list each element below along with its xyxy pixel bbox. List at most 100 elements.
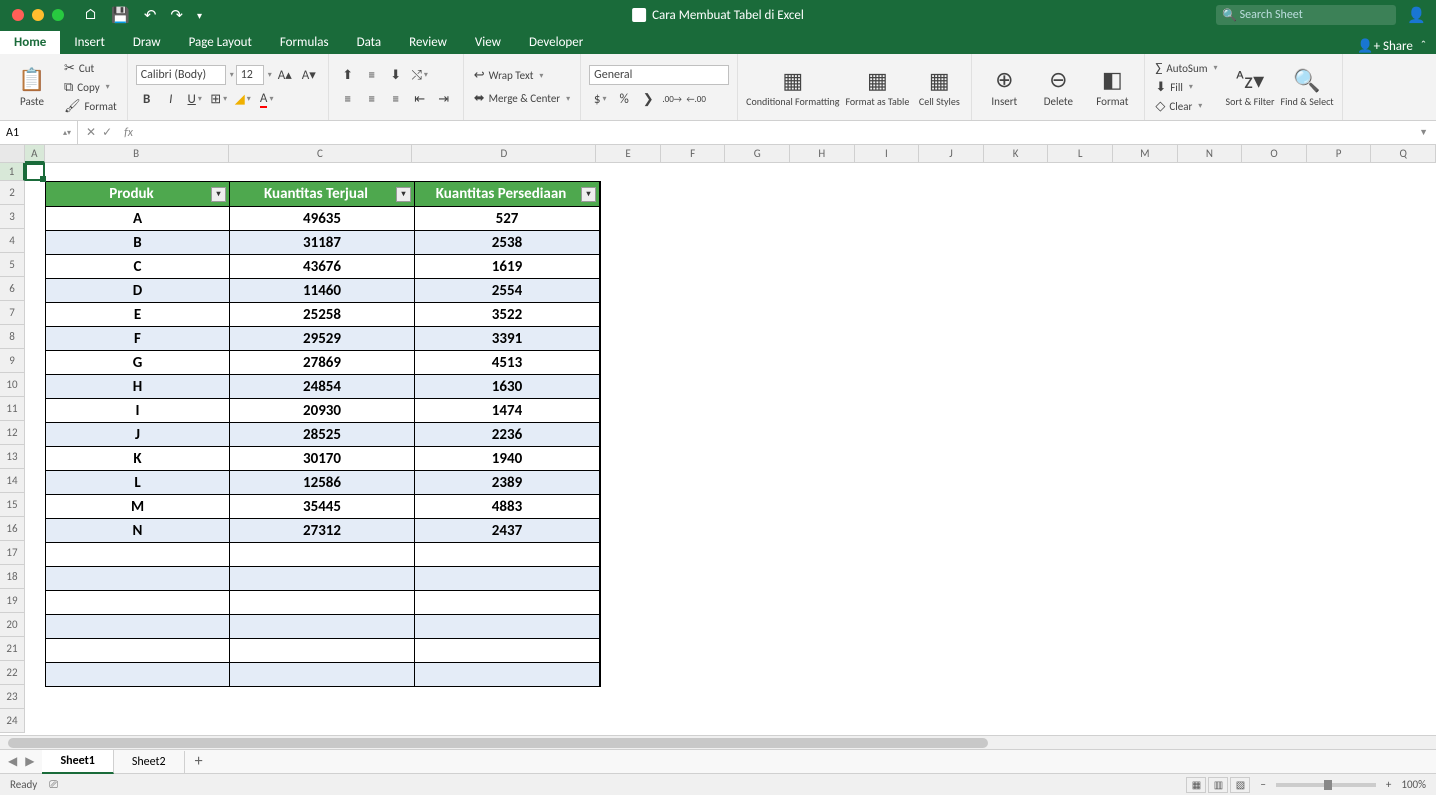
row-header-15[interactable]: 15 bbox=[0, 493, 25, 517]
row-header-10[interactable]: 10 bbox=[0, 373, 25, 397]
table-row[interactable]: I209301474 bbox=[46, 398, 600, 422]
horizontal-scroll-thumb[interactable] bbox=[8, 738, 988, 748]
tab-insert[interactable]: Insert bbox=[60, 31, 119, 54]
table-cell[interactable] bbox=[415, 614, 600, 638]
share-button[interactable]: 👤+ Share bbox=[1357, 39, 1412, 54]
column-header-i[interactable]: I bbox=[855, 145, 920, 163]
format-painter-button[interactable]: 🖌Format bbox=[62, 98, 119, 115]
table-cell[interactable]: 27869 bbox=[230, 350, 415, 374]
table-cell[interactable]: D bbox=[46, 278, 230, 302]
home-icon[interactable]: ⌂ bbox=[84, 6, 97, 24]
table-cell[interactable]: 2236 bbox=[415, 422, 600, 446]
table-header-terjual[interactable]: Kuantitas Terjual▾ bbox=[230, 182, 415, 206]
column-header-g[interactable]: G bbox=[725, 145, 790, 163]
formula-bar-input[interactable] bbox=[133, 121, 1411, 144]
table-row[interactable]: B311872538 bbox=[46, 230, 600, 254]
table-cell[interactable] bbox=[230, 638, 415, 662]
align-middle-button[interactable]: ≡ bbox=[361, 65, 383, 85]
table-cell[interactable]: 12586 bbox=[230, 470, 415, 494]
number-format-select[interactable]: General bbox=[589, 65, 729, 85]
row-header-20[interactable]: 20 bbox=[0, 613, 25, 637]
column-header-d[interactable]: D bbox=[412, 145, 596, 163]
search-sheet-input[interactable]: 🔍 Search Sheet bbox=[1216, 5, 1396, 25]
column-header-a[interactable]: A bbox=[25, 145, 45, 163]
table-cell[interactable]: 4513 bbox=[415, 350, 600, 374]
table-cell[interactable] bbox=[46, 590, 230, 614]
column-header-m[interactable]: M bbox=[1113, 145, 1178, 163]
save-icon[interactable]: 💾 bbox=[111, 6, 130, 25]
row-header-1[interactable]: 1 bbox=[0, 163, 25, 181]
cut-button[interactable]: ✂Cut bbox=[62, 60, 119, 77]
clear-button[interactable]: ◇Clear▾ bbox=[1153, 98, 1219, 115]
table-cell[interactable]: C bbox=[46, 254, 230, 278]
name-box-dropdown-icon[interactable]: ▴▾ bbox=[63, 128, 71, 138]
table-cell[interactable] bbox=[46, 662, 230, 686]
font-color-button[interactable]: A▾ bbox=[256, 89, 278, 109]
table-cell[interactable] bbox=[415, 638, 600, 662]
table-cell[interactable]: L bbox=[46, 470, 230, 494]
table-row[interactable]: H248541630 bbox=[46, 374, 600, 398]
table-cell[interactable]: 29529 bbox=[230, 326, 415, 350]
column-header-k[interactable]: K bbox=[984, 145, 1049, 163]
tab-home[interactable]: Home bbox=[0, 31, 60, 54]
font-name-select[interactable]: Calibri (Body) bbox=[136, 65, 226, 85]
row-header-11[interactable]: 11 bbox=[0, 397, 25, 421]
table-cell[interactable] bbox=[230, 662, 415, 686]
delete-cells-button[interactable]: ⊖Delete bbox=[1034, 66, 1082, 108]
underline-button[interactable]: U▾ bbox=[184, 89, 206, 109]
close-window-button[interactable] bbox=[12, 9, 24, 21]
wrap-text-button[interactable]: ↩Wrap Text▾ bbox=[472, 67, 572, 84]
tab-draw[interactable]: Draw bbox=[119, 31, 175, 54]
table-cell[interactable] bbox=[415, 566, 600, 590]
fill-button[interactable]: ⬇Fill▾ bbox=[1153, 79, 1219, 96]
row-header-12[interactable]: 12 bbox=[0, 421, 25, 445]
column-header-h[interactable]: H bbox=[790, 145, 855, 163]
macro-record-icon[interactable]: ⎚ bbox=[49, 778, 58, 792]
table-cell[interactable]: E bbox=[46, 302, 230, 326]
row-header-22[interactable]: 22 bbox=[0, 661, 25, 685]
table-row[interactable]: J285252236 bbox=[46, 422, 600, 446]
row-header-9[interactable]: 9 bbox=[0, 349, 25, 373]
table-cell[interactable]: 2389 bbox=[415, 470, 600, 494]
page-layout-view-button[interactable]: ▥ bbox=[1208, 777, 1228, 793]
table-row-empty[interactable] bbox=[46, 590, 600, 614]
column-header-f[interactable]: F bbox=[661, 145, 726, 163]
row-header-17[interactable]: 17 bbox=[0, 541, 25, 565]
align-bottom-button[interactable]: ⬇ bbox=[385, 65, 407, 85]
fill-handle[interactable] bbox=[40, 176, 46, 182]
table-cell[interactable]: G bbox=[46, 350, 230, 374]
align-top-button[interactable]: ⬆ bbox=[337, 65, 359, 85]
ribbon-collapse-icon[interactable]: ˆ bbox=[1421, 39, 1426, 54]
table-cell[interactable]: 28525 bbox=[230, 422, 415, 446]
row-header-8[interactable]: 8 bbox=[0, 325, 25, 349]
column-header-j[interactable]: J bbox=[919, 145, 984, 163]
sheet-tab-2[interactable]: Sheet2 bbox=[114, 751, 185, 773]
column-header-b[interactable]: B bbox=[45, 145, 229, 163]
tab-view[interactable]: View bbox=[461, 31, 515, 54]
horizontal-scrollbar[interactable] bbox=[0, 735, 1436, 749]
row-header-16[interactable]: 16 bbox=[0, 517, 25, 541]
decrease-decimal-button[interactable]: ←.00 bbox=[685, 89, 707, 109]
table-row-empty[interactable] bbox=[46, 614, 600, 638]
table-cell[interactable]: 1619 bbox=[415, 254, 600, 278]
select-all-corner[interactable] bbox=[0, 145, 25, 163]
border-button[interactable]: ⊞▾ bbox=[208, 89, 230, 109]
row-header-13[interactable]: 13 bbox=[0, 445, 25, 469]
row-header-3[interactable]: 3 bbox=[0, 205, 25, 229]
table-row[interactable]: N273122437 bbox=[46, 518, 600, 542]
column-header-c[interactable]: C bbox=[229, 145, 413, 163]
row-header-5[interactable]: 5 bbox=[0, 253, 25, 277]
table-cell[interactable]: K bbox=[46, 446, 230, 470]
add-sheet-button[interactable]: + bbox=[185, 752, 213, 771]
row-header-23[interactable]: 23 bbox=[0, 685, 25, 709]
column-header-o[interactable]: O bbox=[1242, 145, 1307, 163]
table-row-empty[interactable] bbox=[46, 566, 600, 590]
table-cell[interactable] bbox=[415, 590, 600, 614]
italic-button[interactable]: I bbox=[160, 89, 182, 109]
minimize-window-button[interactable] bbox=[32, 9, 44, 21]
sheet-nav-prev-icon[interactable]: ◀ bbox=[8, 754, 17, 769]
row-header-24[interactable]: 24 bbox=[0, 709, 25, 733]
table-row[interactable]: F295293391 bbox=[46, 326, 600, 350]
sort-filter-button[interactable]: ᴬᴢ▾Sort & Filter bbox=[1226, 67, 1275, 107]
table-cell[interactable] bbox=[230, 566, 415, 590]
